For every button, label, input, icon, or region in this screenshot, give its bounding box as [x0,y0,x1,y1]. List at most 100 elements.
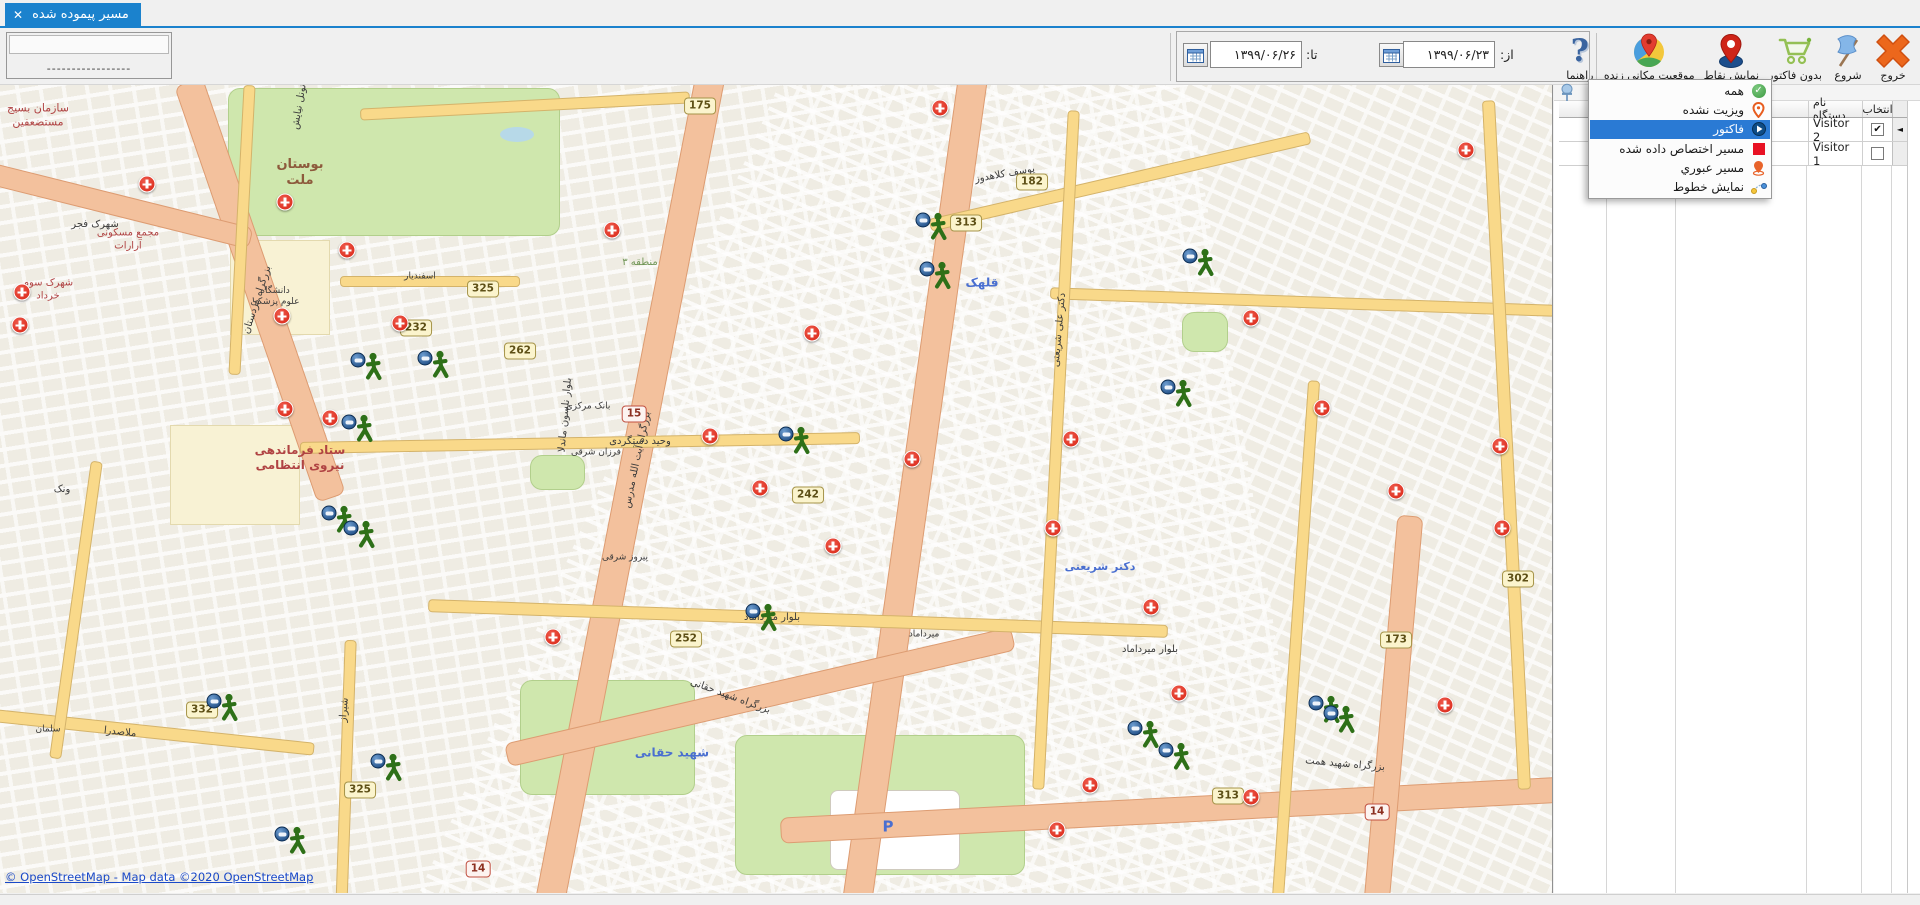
not-visited-marker[interactable] [322,410,339,427]
not-visited-marker[interactable] [752,480,769,497]
not-visited-marker[interactable] [14,284,31,301]
polyline-icon [1750,180,1767,194]
not-visited-marker[interactable] [277,401,294,418]
factor-point-marker[interactable] [418,351,433,366]
factor-point-marker[interactable] [322,506,337,521]
factor-point-marker[interactable] [779,427,794,442]
factor-point-marker[interactable] [920,262,935,277]
not-visited-marker[interactable] [12,317,29,334]
map-canvas[interactable]: 1751823133252322622422523021733133253321… [0,85,1553,893]
not-visited-marker[interactable] [804,325,821,342]
tab-route-traveled[interactable]: ✕ مسیر پیموده شده [5,3,141,26]
menu-item-label: همه [1724,84,1744,98]
factor-point-marker[interactable] [1324,706,1339,721]
small-park [530,455,585,490]
query-box[interactable]: ----------------- [6,32,172,79]
not-visited-marker[interactable] [1049,822,1066,839]
not-visited-marker[interactable] [1243,310,1260,327]
road-badge-175: 175 [684,98,716,115]
toolbar-button-label: شروع [1834,69,1861,82]
toolbar-button-map-globe[interactable]: موقعیت مکانی زنده [1601,31,1698,83]
toolbar-buttons: خروج شروع بدون فاکتور نمایش نقاطموقعیت مکان… [1562,31,1915,84]
not-visited-marker[interactable] [904,451,921,468]
not-visited-marker[interactable] [1143,599,1160,616]
date-from-field[interactable]: ۱۳۹۹/۰۶/۲۳ [1403,41,1495,68]
grid-line [1861,101,1862,893]
row-indicator [1892,142,1907,165]
not-visited-marker[interactable] [274,308,291,325]
not-visited-marker[interactable] [1243,789,1260,806]
menu-item-5[interactable]: نمایش خطوط [1590,177,1770,196]
not-visited-marker[interactable] [277,194,294,211]
select-cell[interactable]: ✔ [1862,118,1892,141]
not-visited-marker[interactable] [392,315,409,332]
device-name-cell: Visitor 2 [1808,118,1862,141]
toolbar-button-cart[interactable]: بدون فاکتور [1765,31,1825,83]
not-visited-marker[interactable] [932,100,949,117]
not-visited-marker[interactable] [1437,697,1454,714]
factor-point-marker[interactable] [746,604,761,619]
date-to-field[interactable]: ۱۳۹۹/۰۶/۲۶ [1210,41,1302,68]
not-visited-marker[interactable] [1388,483,1405,500]
toolbar-button-exit-x[interactable]: خروج [1871,31,1915,83]
osm-attribution-link[interactable]: © OpenStreetMap - Map data ©2020 OpenStr… [5,870,313,884]
road-badge-325: 325 [467,281,499,298]
not-visited-marker[interactable] [702,428,719,445]
filter-dropdown-menu: ✓همه ویزیت نشده فاکتورمسیر اختصاص داده شده… [1588,79,1772,199]
close-icon[interactable]: ✕ [13,9,23,21]
grid-line [1675,101,1676,893]
toolbar-button-start-flag[interactable]: شروع [1828,31,1868,83]
not-visited-marker[interactable] [1458,142,1475,159]
factor-point-marker[interactable] [371,754,386,769]
factor-point-marker[interactable] [351,353,366,368]
factor-point-marker[interactable] [1159,743,1174,758]
calendar-icon [1187,48,1204,63]
not-visited-marker[interactable] [1494,520,1511,537]
calendar-from-button[interactable] [1379,43,1404,67]
road-badge-302: 302 [1502,571,1534,588]
not-visited-marker[interactable] [1314,400,1331,417]
column-header-select[interactable]: انتخاب [1862,101,1892,117]
not-visited-marker[interactable] [1082,777,1099,794]
select-cell[interactable] [1862,142,1892,165]
menu-item-4[interactable]: مسیر عبوري [1590,158,1770,177]
query-input[interactable] [9,35,169,54]
not-visited-marker[interactable] [1171,685,1188,702]
device-checkbox[interactable] [1871,147,1884,160]
factor-point-marker[interactable] [342,415,357,430]
row-indicator: ◄ [1892,118,1907,141]
device-checkbox[interactable]: ✔ [1871,123,1884,136]
not-visited-marker[interactable] [825,538,842,555]
not-visited-marker[interactable] [339,242,356,259]
factor-point-marker[interactable] [1161,380,1176,395]
road-badge-173: 173 [1380,632,1412,649]
menu-item-0[interactable]: ✓همه [1590,81,1770,100]
not-visited-marker[interactable] [545,629,562,646]
menu-item-1[interactable]: ویزیت نشده [1590,100,1770,119]
not-visited-marker[interactable] [1063,431,1080,448]
tab-bar: ✕ مسیر پیموده شده [0,0,1920,28]
not-visited-marker[interactable] [1045,520,1062,537]
menu-item-label: ویزیت نشده [1683,103,1744,117]
date-range-group: ۱۳۹۹/۰۶/۲۶ تا: ۱۳۹۹/۰۶/۲۳ از: [1176,31,1590,82]
not-visited-marker[interactable] [139,176,156,193]
transit-pin-icon [1750,160,1767,176]
small-park [1182,312,1228,352]
calendar-to-button[interactable] [1183,43,1208,67]
factor-point-marker[interactable] [275,827,290,842]
menu-item-2[interactable]: فاکتور [1590,120,1770,139]
not-visited-marker[interactable] [604,222,621,239]
toolbar-button-red-pin[interactable]: نمایش نقاط [1701,31,1763,83]
toolbar-button-label: بدون فاکتور [1768,69,1822,82]
not-visited-marker[interactable] [1492,438,1509,455]
factor-point-marker[interactable] [1309,696,1324,711]
factor-point-marker[interactable] [1128,721,1143,736]
toolbar-button-question[interactable]: ?راهنما [1562,31,1598,83]
date-from-label: از: [1500,47,1514,62]
menu-item-3[interactable]: مسیر اختصاص داده شده [1590,139,1770,158]
row-indicator-header [1892,101,1907,117]
factor-point-marker[interactable] [344,521,359,536]
factor-point-marker[interactable] [916,213,931,228]
factor-point-marker[interactable] [1183,249,1198,264]
factor-point-marker[interactable] [207,694,222,709]
